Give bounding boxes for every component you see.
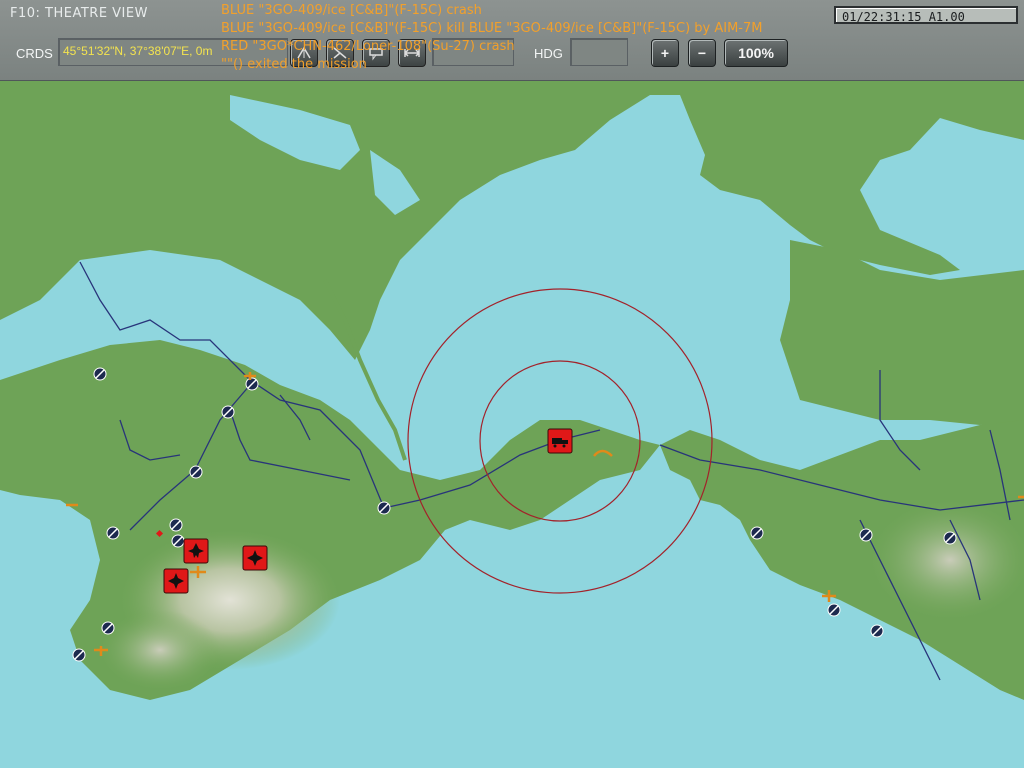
hdg-field[interactable] bbox=[570, 38, 628, 66]
zoom-in-button[interactable]: + bbox=[651, 39, 679, 67]
red-aircraft-unit[interactable] bbox=[163, 568, 189, 594]
red-ground-vehicle-unit[interactable] bbox=[547, 428, 573, 454]
hdg-label: HDG bbox=[534, 46, 563, 61]
crds-label: CRDS bbox=[16, 46, 53, 61]
event-message: BLUE "3GO-409/ice [C&B]"(F-15C) crash bbox=[221, 3, 482, 18]
zoom-out-button[interactable]: − bbox=[688, 39, 716, 67]
crds-value: 45°51'32"N, 37°38'07"E, 0m bbox=[63, 44, 213, 58]
red-aircraft-unit[interactable] bbox=[242, 545, 268, 571]
event-message: ""() exited the mission bbox=[221, 57, 367, 72]
theatre-map[interactable] bbox=[0, 0, 1024, 768]
mission-clock: 01/22:31:15 A1.00 bbox=[834, 6, 1018, 24]
window-title: F10: THEATRE VIEW bbox=[10, 6, 148, 21]
red-aircraft-unit[interactable] bbox=[183, 538, 209, 564]
zoom-level-button[interactable]: 100% bbox=[724, 39, 788, 67]
event-message: BLUE "3GO-409/ice [C&B]"(F-15C) kill BLU… bbox=[221, 21, 763, 36]
event-message: RED "3GO*CHN-462/Loner-108"(Su-27) crash bbox=[221, 39, 515, 54]
